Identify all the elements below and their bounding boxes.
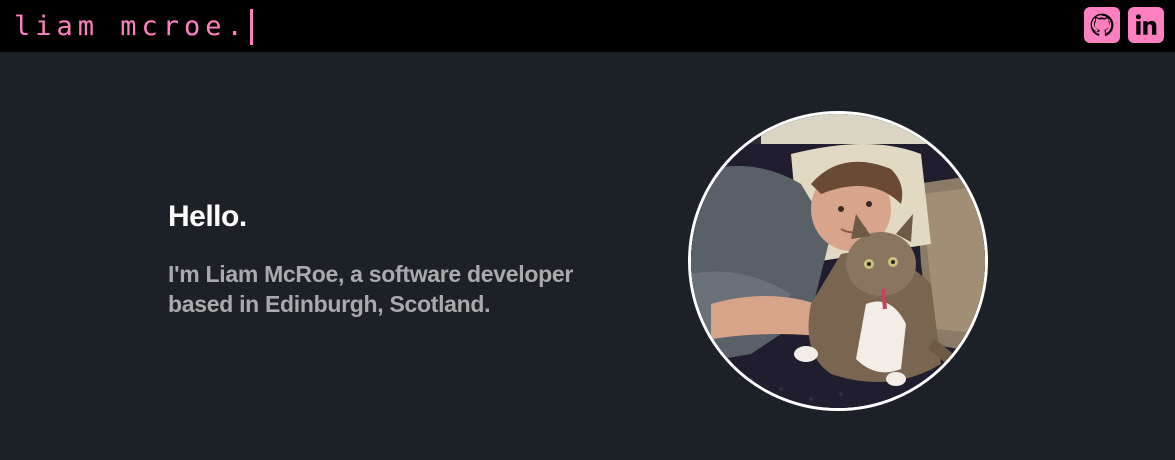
hero-subtitle: I'm Liam McRoe, a software developer bas… [168,259,638,319]
hero-text: Hello. I'm Liam McRoe, a software develo… [168,200,638,319]
logo-text: liam mcroe. [14,11,248,42]
linkedin-link[interactable] [1128,7,1164,43]
top-bar: liam mcroe. [0,0,1175,52]
text-cursor [249,9,253,45]
profile-photo [688,111,988,411]
site-logo[interactable]: liam mcroe. [14,9,253,45]
hero-subtitle-line-2: based in Edinburgh, Scotland. [168,291,491,317]
hero-subtitle-line-1: I'm Liam McRoe, a software developer [168,261,573,287]
github-icon [1089,12,1115,38]
hero-title: Hello. [168,200,247,233]
linkedin-icon [1133,12,1159,38]
github-link[interactable] [1084,7,1120,43]
